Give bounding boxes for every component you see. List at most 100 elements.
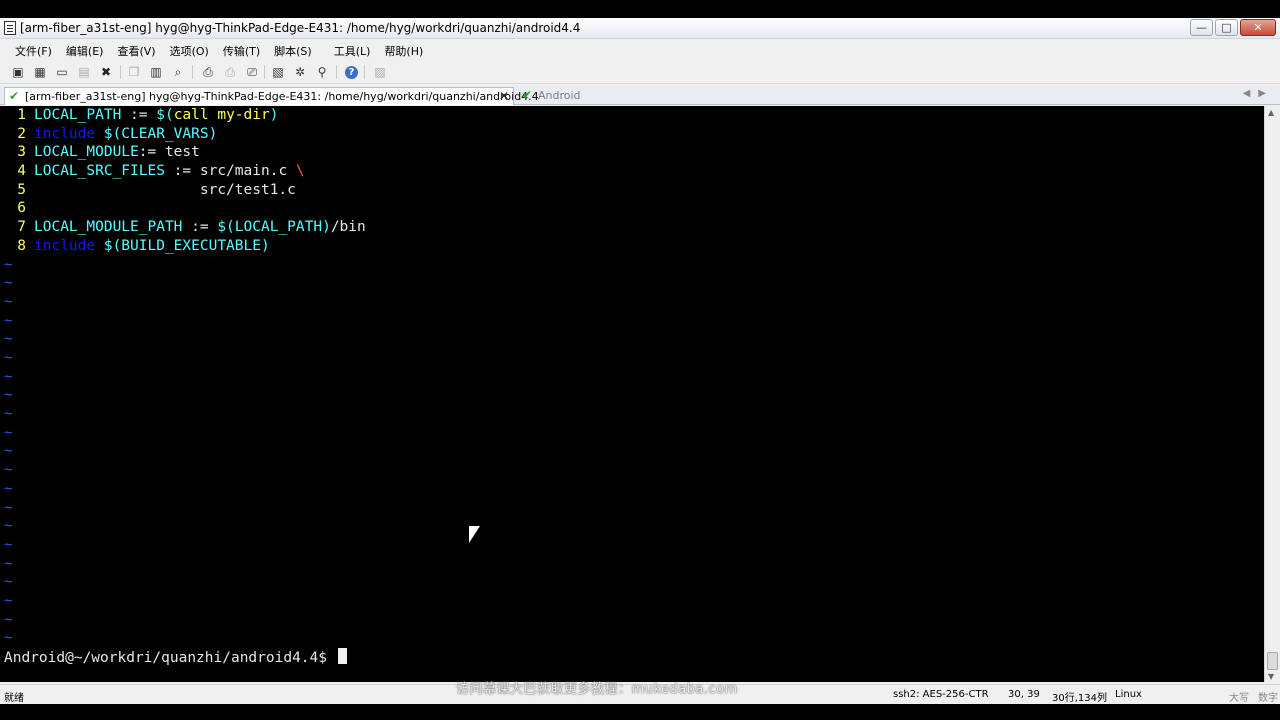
code-token: \ <box>295 163 305 180</box>
status-rows-cols: 30行,134列 <box>1052 693 1107 704</box>
menu-file[interactable]: 文件(F) <box>8 40 59 59</box>
menu-options[interactable]: 选项(O) <box>163 40 216 59</box>
toolbar-separator <box>120 65 121 79</box>
find-icon[interactable]: ⌕ <box>170 64 186 80</box>
toolbar-separator <box>192 65 193 79</box>
global-options-icon[interactable]: ✲ <box>292 64 308 80</box>
tilde-marker: ~ <box>4 443 13 460</box>
code-token: $(LOCAL_PATH) <box>217 219 331 236</box>
tilde-marker: ~ <box>4 368 13 385</box>
status-cipher: ssh2: AES-256-CTR <box>893 689 989 700</box>
code-token: src/test1.c <box>34 181 296 198</box>
code-line: 3 LOCAL_MODULE:= test <box>4 143 366 162</box>
scroll-up-icon[interactable]: ▲ <box>1268 108 1274 117</box>
toolbar-separator <box>364 65 365 79</box>
window-title: [arm-fiber_a31st-eng] hyg@hyg-ThinkPad-E… <box>20 21 581 35</box>
code-token: $(CLEAR_VARS) <box>95 125 218 142</box>
tilde-marker: ~ <box>4 293 13 310</box>
code-line: 6 <box>4 199 366 218</box>
tab-session-android[interactable]: ✔ Android <box>518 87 608 105</box>
tilde-marker: ~ <box>4 387 13 404</box>
tilde-marker: ~ <box>4 424 13 441</box>
status-ready: 就绪 <box>4 693 24 704</box>
tab-session-main[interactable]: ✔ [arm-fiber_a31st-eng] hyg@hyg-ThinkPad… <box>4 87 539 105</box>
tab-label: [arm-fiber_a31st-eng] hyg@hyg-ThinkPad-E… <box>25 90 539 103</box>
menu-help[interactable]: 帮助(H) <box>377 40 430 59</box>
line-number: 1 <box>17 107 26 123</box>
line-number: 4 <box>17 163 26 180</box>
code-token: LOCAL_SRC_FILES <box>34 163 165 180</box>
code-token: $( <box>156 107 174 123</box>
tab-label: Android <box>538 89 581 102</box>
tilde-marker: ~ <box>4 350 13 367</box>
quick-connect-icon[interactable]: ▦ <box>32 64 48 80</box>
line-number: 3 <box>17 144 26 161</box>
shell-prompt: Android@~/workdri/quanzhi/android4.4$ <box>4 648 347 668</box>
toolbar-separator <box>336 65 337 79</box>
code-line: 8 include $(BUILD_EXECUTABLE) <box>4 237 366 256</box>
connected-check-icon: ✔ <box>9 89 20 103</box>
prompt-text: Android@~/workdri/quanzhi/android4.4$ <box>4 650 336 666</box>
tilde-marker: ~ <box>4 630 13 647</box>
tab-scroll-arrows[interactable]: ◀▶ <box>1243 88 1274 99</box>
code-token: /bin <box>330 219 366 236</box>
code-token: LOCAL_MODULE_PATH <box>34 219 183 236</box>
tab-close-icon[interactable]: ✕ <box>499 88 509 105</box>
code-token: ) <box>269 107 279 123</box>
code-token: call my-dir <box>173 107 270 123</box>
vertical-scrollbar[interactable]: ▲ ▼ <box>1264 106 1280 682</box>
close-button[interactable]: ✕ <box>1240 19 1276 36</box>
copy-icon[interactable]: ❐ <box>126 64 142 80</box>
line-number: 5 <box>17 181 26 198</box>
tilde-marker: ~ <box>4 480 13 497</box>
toolbar-separator <box>264 65 265 79</box>
text-cursor <box>337 648 347 664</box>
scroll-thumb[interactable] <box>1267 652 1278 670</box>
tilde-marker: ~ <box>4 555 13 572</box>
sftp-icon[interactable]: ▨ <box>372 64 388 80</box>
help-icon[interactable]: ? <box>345 66 358 79</box>
menu-view[interactable]: 查看(V) <box>110 40 162 59</box>
maximize-button[interactable]: □ <box>1215 19 1238 36</box>
watermark-text: 访问幕课大巴获取更多教程：mukedaba.com <box>456 682 738 697</box>
code-token: $(BUILD_EXECUTABLE) <box>95 237 270 254</box>
terminal-area[interactable]: 1 LOCAL_PATH := $(call my-dir) 2 include $… <box>0 106 1264 682</box>
print-selection-icon[interactable]: ⎙ <box>222 64 238 80</box>
code-token: := src/main.c <box>164 163 296 180</box>
code-line: 1 LOCAL_PATH := $(call my-dir) <box>4 106 366 125</box>
keymap-icon[interactable]: ⚲ <box>314 64 330 80</box>
title-bar: [arm-fiber_a31st-eng] hyg@hyg-ThinkPad-E… <box>0 18 1280 39</box>
app-icon <box>4 21 16 35</box>
minimize-button[interactable]: — <box>1190 19 1213 36</box>
status-cursor-position: 30, 39 <box>1008 689 1040 700</box>
menu-bar: 文件(F) 编辑(E) 查看(V) 选项(O) 传输(T) 脚本(S) 工具(L… <box>0 40 1280 59</box>
connect-icon[interactable]: ▣ <box>10 64 26 80</box>
code-token: include <box>34 125 96 142</box>
tilde-marker: ~ <box>4 592 13 609</box>
connect-tab-icon[interactable]: ▭ <box>54 64 70 80</box>
line-number: 2 <box>17 125 26 142</box>
toolbar: ▣ ▦ ▭ ▤ ✖ ❐ ▥ ⌕ ⎙ ⎙ ⎚ ▧ ✲ ⚲ ? ▨ <box>0 60 1280 84</box>
securecrt-window: [arm-fiber_a31st-eng] hyg@hyg-ThinkPad-E… <box>0 18 1280 704</box>
session-options-icon[interactable]: ▧ <box>270 64 286 80</box>
reconnect-icon[interactable]: ▤ <box>76 64 92 80</box>
menu-transfer[interactable]: 传输(T) <box>216 40 267 59</box>
code-token: include <box>34 237 96 254</box>
tilde-marker: ~ <box>4 518 13 535</box>
tilde-marker: ~ <box>4 331 13 348</box>
line-number: 8 <box>17 237 26 254</box>
disconnect-icon[interactable]: ✖ <box>98 64 114 80</box>
scroll-down-icon[interactable]: ▼ <box>1268 672 1274 681</box>
code-token: := test <box>138 144 200 161</box>
paste-icon[interactable]: ▥ <box>148 64 164 80</box>
code-line: 5 src/test1.c <box>4 181 366 200</box>
menu-script[interactable]: 脚本(S) <box>267 40 319 59</box>
print-icon[interactable]: ⎙ <box>200 64 216 80</box>
code-token: := <box>121 107 157 123</box>
tilde-marker: ~ <box>4 611 13 628</box>
menu-edit[interactable]: 编辑(E) <box>59 40 111 59</box>
session-tab-bar: ✔ [arm-fiber_a31st-eng] hyg@hyg-ThinkPad… <box>0 86 1280 105</box>
print-screen-icon[interactable]: ⎚ <box>244 64 260 80</box>
menu-tools[interactable]: 工具(L) <box>327 40 378 59</box>
status-caps-lock: 大写 <box>1229 693 1249 704</box>
